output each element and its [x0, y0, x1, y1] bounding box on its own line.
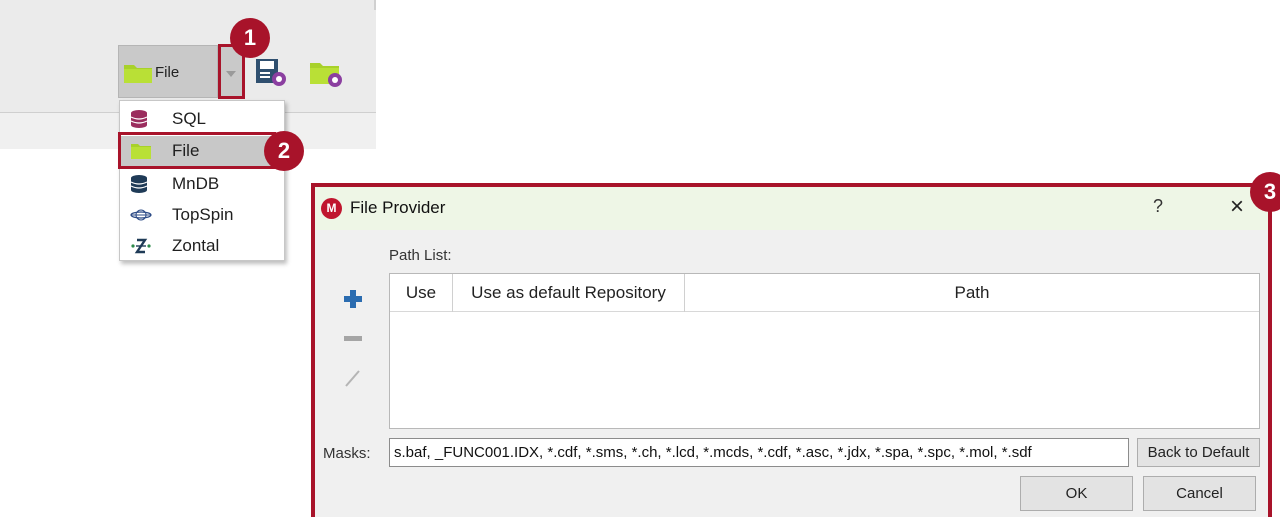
- folder-icon: [124, 65, 152, 83]
- menu-item-label: MnDB: [172, 174, 220, 193]
- app-logo-icon: M: [321, 198, 342, 219]
- toolbar-edge: [374, 0, 376, 10]
- database-icon: [130, 110, 148, 128]
- menu-item-label: TopSpin: [172, 205, 234, 224]
- save-settings-icon[interactable]: [255, 58, 287, 93]
- help-button[interactable]: ?: [1153, 196, 1163, 217]
- pencil-icon: [345, 370, 360, 387]
- menu-item-zontal[interactable]: Zontal: [120, 231, 284, 261]
- file-provider-button[interactable]: File: [118, 45, 218, 98]
- back-to-default-button[interactable]: Back to Default: [1137, 438, 1260, 467]
- folder-settings-icon[interactable]: [309, 59, 345, 94]
- dialog-title: File Provider: [350, 198, 446, 217]
- masks-input[interactable]: s.baf, _FUNC001.IDX, *.cdf, *.sms, *.ch,…: [389, 438, 1129, 467]
- topspin-icon: [130, 209, 152, 221]
- edit-path-button[interactable]: [343, 367, 363, 394]
- zontal-icon: [131, 238, 151, 254]
- dialog-titlebar: M File Provider ? ×: [315, 187, 1268, 230]
- callout-highlight-2: [118, 132, 276, 169]
- column-header-path[interactable]: Path: [685, 274, 1259, 312]
- close-button[interactable]: ×: [1230, 193, 1244, 221]
- menu-item-mndb[interactable]: MnDB: [120, 169, 284, 199]
- path-list-label: Path List:: [389, 247, 452, 264]
- path-list-table[interactable]: Use Use as default Repository Path: [389, 273, 1260, 429]
- callout-badge-2: 2: [264, 131, 304, 171]
- callout-badge-1: 1: [230, 18, 270, 58]
- cancel-button[interactable]: Cancel: [1143, 476, 1256, 511]
- file-provider-dialog: M File Provider ? × Path List: Use Use a…: [311, 183, 1272, 517]
- column-header-default-repository[interactable]: Use as default Repository: [453, 274, 685, 312]
- table-header: Use Use as default Repository Path: [390, 274, 1259, 312]
- masks-label: Masks:: [323, 445, 371, 462]
- menu-item-topspin[interactable]: TopSpin: [120, 200, 284, 230]
- menu-item-label: Zontal: [172, 236, 220, 255]
- ok-button[interactable]: OK: [1020, 476, 1133, 511]
- add-path-button[interactable]: [342, 288, 364, 310]
- remove-path-button[interactable]: [344, 336, 362, 341]
- menu-item-sql[interactable]: SQL: [120, 104, 284, 134]
- provider-menu: SQL File MnDB TopSpin Zontal: [119, 100, 285, 261]
- menu-item-label: SQL: [172, 109, 207, 128]
- database-icon: [130, 175, 148, 193]
- column-header-use[interactable]: Use: [390, 274, 453, 312]
- file-button-label: File: [155, 64, 180, 81]
